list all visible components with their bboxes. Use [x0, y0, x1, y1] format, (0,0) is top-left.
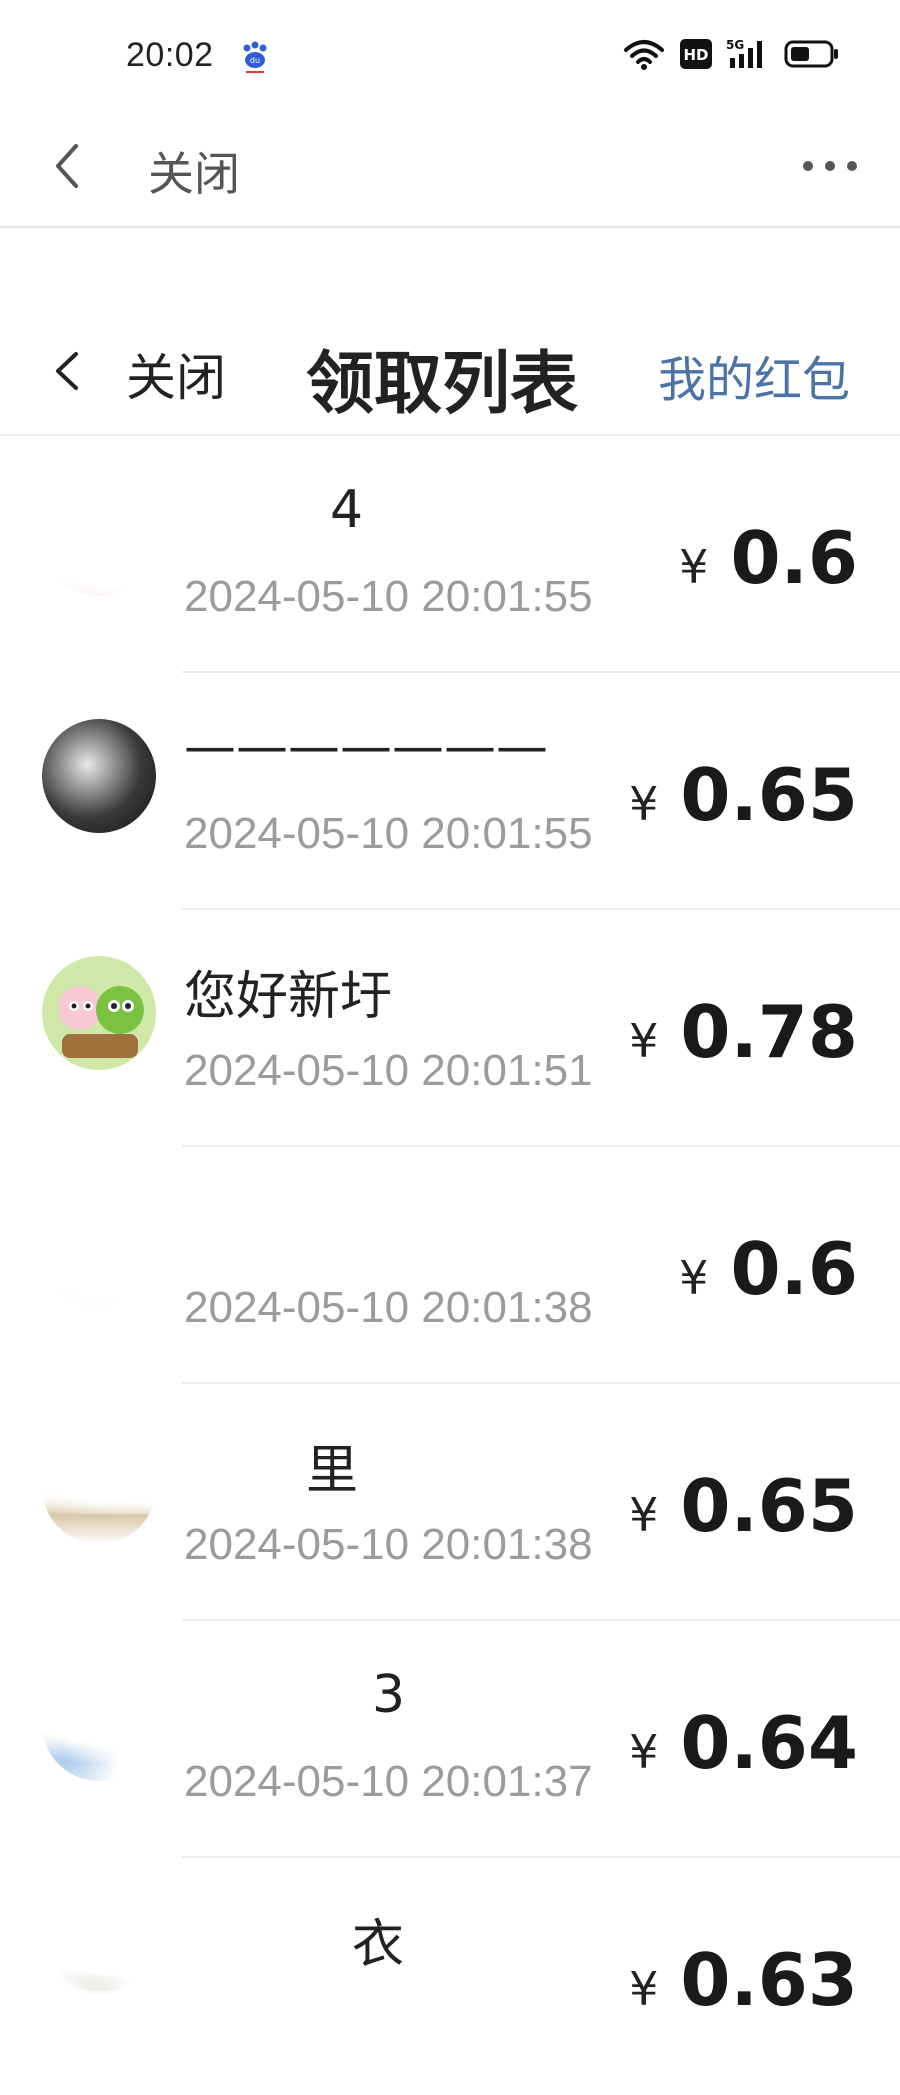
svg-text:HD: HD [683, 46, 708, 64]
currency-symbol: ¥ [679, 540, 709, 594]
currency-symbol: ¥ [629, 1488, 659, 1542]
svg-text:5G: 5G [726, 38, 744, 52]
wifi-icon [624, 40, 664, 70]
amount-value: 0.64 [680, 1701, 858, 1785]
record-time: 2024-05-10 20:01:38 [184, 1283, 593, 1332]
record-amount: ¥ 0.6 [679, 516, 858, 600]
amount-value: 0.6 [730, 516, 858, 600]
currency-symbol: ¥ [629, 1014, 659, 1068]
currency-symbol: ¥ [629, 777, 659, 831]
back-icon[interactable] [46, 136, 90, 196]
list-item[interactable]: ——————— 2024-05-10 20:01:55 ¥ 0.65 [0, 673, 900, 910]
avatar [42, 956, 156, 1070]
record-time: 2024-05-10 20:01:38 [184, 1520, 593, 1569]
avatar [42, 719, 156, 833]
my-redpacket-link[interactable]: 我的红包 [658, 340, 850, 410]
currency-symbol: ¥ [629, 1725, 659, 1779]
record-name: 衣 [352, 1915, 405, 1975]
record-name: 里 [306, 1441, 359, 1501]
record-amount: ¥ 0.65 [629, 753, 858, 837]
baidu-icon: du [240, 40, 270, 79]
currency-symbol: ¥ [629, 1962, 659, 2016]
privacy-blur [0, 1404, 330, 1514]
amount-value: 0.65 [680, 1464, 858, 1548]
status-time: 20:02 [126, 36, 214, 74]
amount-value: 0.78 [680, 990, 858, 1074]
amount-value: 0.65 [680, 753, 858, 837]
browser-bar: 关闭 [0, 110, 900, 228]
record-amount: ¥ 0.63 [629, 1938, 858, 2022]
browser-close-button[interactable]: 关闭 [148, 138, 240, 204]
amount-value: 0.6 [730, 1227, 858, 1311]
record-time: 2024-05-10 20:01:55 [184, 572, 593, 621]
record-time: 2024-05-10 20:01:51 [184, 1046, 593, 1095]
record-amount: ¥ 0.65 [629, 1464, 858, 1548]
record-name: 您好新圩 [184, 967, 393, 1027]
record-time: 2024-05-10 20:01:37 [184, 1757, 593, 1806]
record-amount: ¥ 0.6 [679, 1227, 858, 1311]
currency-symbol: ¥ [679, 1251, 709, 1305]
status-icons: HD 5G [622, 38, 840, 70]
list-item[interactable]: 2024-05-10 20:01:38 ¥ 0.6 [0, 1147, 900, 1384]
record-amount: ¥ 0.64 [629, 1701, 858, 1785]
svg-text:du: du [250, 56, 260, 65]
list-item[interactable]: 3 2024-05-10 20:01:37 ¥ 0.64 [0, 1621, 900, 1858]
list-item[interactable]: 衣 ¥ 0.63 [0, 1858, 900, 2095]
page-header: 关闭 领取列表 我的红包 [0, 300, 900, 436]
5g-signal-icon: 5G [726, 38, 762, 68]
record-name: 3 [372, 1665, 406, 1725]
list-item[interactable]: 4 2024-05-10 20:01:55 ¥ 0.6 [0, 436, 900, 673]
record-name: 4 [330, 480, 364, 540]
record-list: 4 2024-05-10 20:01:55 ¥ 0.6 ——————— 2024… [0, 436, 900, 2095]
list-item[interactable]: 您好新圩 2024-05-10 20:01:51 ¥ 0.78 [0, 910, 900, 1147]
header-close-button[interactable]: 关闭 [126, 338, 226, 410]
record-time: 2024-05-10 20:01:55 [184, 809, 593, 858]
privacy-blur [0, 1878, 330, 1988]
more-dots-icon[interactable] [800, 146, 860, 186]
battery-icon [784, 40, 838, 68]
list-item[interactable]: 里 2024-05-10 20:01:38 ¥ 0.65 [0, 1384, 900, 1621]
page-title: 领取列表 [306, 345, 579, 424]
header-back-icon[interactable] [50, 346, 84, 396]
record-name: ——————— [184, 717, 548, 777]
record-amount: ¥ 0.78 [629, 990, 858, 1074]
status-bar: 20:02 du HD 5G [0, 0, 900, 110]
amount-value: 0.63 [680, 1938, 858, 2022]
privacy-blur [0, 1641, 360, 1761]
hd-icon: HD [680, 39, 712, 69]
